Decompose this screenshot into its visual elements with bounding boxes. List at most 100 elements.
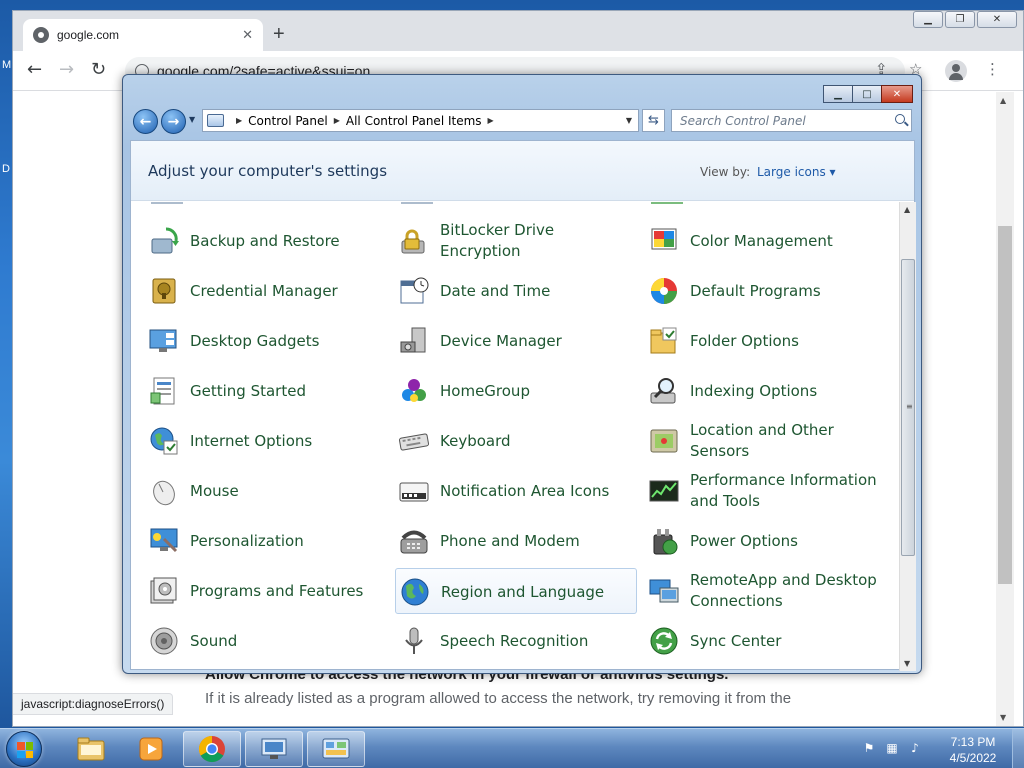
gadgets-icon [148,325,180,357]
control-panel-item-indexing-options[interactable]: Indexing Options [645,368,887,414]
taskbar-network[interactable] [245,731,303,767]
control-panel-item-power-options[interactable]: Power Options [645,518,887,564]
performance-icon [648,475,680,507]
address-dropdown-icon[interactable]: ▼ [626,116,632,125]
recent-pages-dropdown-icon[interactable]: ▼ [189,115,195,124]
control-panel-item-date-and-time[interactable]: Date and Time [395,268,637,314]
control-panel-item-region-and-language[interactable]: Region and Language [395,568,637,614]
window-controls: ▁ □ ✕ [823,85,913,103]
show-desktop-button[interactable] [1012,729,1024,768]
control-panel-item-label: Internet Options [190,431,313,450]
control-panel-item-label: Region and Language [441,582,605,601]
reload-icon[interactable]: ↻ [91,61,106,79]
control-panel-item-speech-recognition[interactable]: Speech Recognition [395,618,637,664]
notification-icon [398,475,430,507]
control-panel-item-default-programs[interactable]: Default Programs [645,268,887,314]
control-panel-window: ▁ □ ✕ ← → ▼ ▶ Control Panel ▶ All Contro… [122,74,922,674]
new-tab-button[interactable]: + [273,24,285,44]
tab-close-icon[interactable]: ✕ [242,27,253,43]
breadcrumb-control-panel[interactable]: Control Panel [248,114,328,128]
taskbar-media-player[interactable] [122,731,180,767]
control-panel-icon [207,114,224,127]
scroll-up-icon[interactable]: ▲ [1000,96,1006,105]
scrollbar-thumb[interactable] [998,226,1012,584]
close-button[interactable]: ✕ [977,11,1017,28]
control-panel-item-color-management[interactable]: Color Management [645,218,887,264]
scroll-down-icon[interactable]: ▼ [904,659,910,668]
control-panel-item-device-manager[interactable]: Device Manager [395,318,637,364]
control-panel-item-desktop-gadgets[interactable]: Desktop Gadgets [145,318,387,364]
volume-icon[interactable]: ♪ [908,741,922,755]
control-panel-item-personalization[interactable]: Personalization [145,518,387,564]
control-panel-item-internet-options[interactable]: Internet Options [145,418,387,464]
error-help-text: If it is already listed as a program all… [205,690,792,707]
control-panel-item-homegroup[interactable]: HomeGroup [395,368,637,414]
desktop-icon-label-fragment: D [2,163,10,175]
maximize-button[interactable]: ❐ [945,11,975,28]
control-panel-item-performance-information-and-tools[interactable]: Performance Information and Tools [645,468,887,514]
maximize-button[interactable]: □ [852,85,882,103]
action-center-flag-icon[interactable]: ⚑ [862,741,876,755]
control-panel-item-folder-options[interactable]: Folder Options [645,318,887,364]
system-clock[interactable]: 7:13 PM 4/5/2022 [942,734,1004,766]
control-panel-item-backup-and-restore[interactable]: Backup and Restore [145,218,387,264]
forward-arrow-icon[interactable]: → [161,109,186,134]
phone-icon [398,525,430,557]
refresh-button[interactable]: ⇆ [642,109,665,132]
control-panel-item-sync-center[interactable]: Sync Center [645,618,887,664]
breadcrumb[interactable]: ▶ Control Panel ▶ All Control Panel Item… [202,109,639,132]
control-panel-item-credential-manager[interactable]: Credential Manager [145,268,387,314]
control-panel-item-label: Color Management [690,231,833,250]
search-input[interactable]: Search Control Panel [671,109,912,132]
control-panel-item-remoteapp-and-desktop-connections[interactable]: RemoteApp and Desktop Connections [645,568,887,614]
control-panel-item-sound[interactable]: Sound [145,618,387,664]
scroll-down-icon[interactable]: ▼ [1000,713,1006,722]
content-header: Adjust your computer's settings View by:… [131,141,914,201]
chevron-right-icon[interactable]: ▶ [334,116,340,125]
minimize-button[interactable]: ▁ [913,11,943,28]
chevron-right-icon[interactable]: ▶ [236,116,242,125]
forward-arrow-icon[interactable]: → [59,61,74,79]
profile-avatar-icon[interactable] [945,60,967,82]
control-panel-item-label: Folder Options [690,331,799,350]
scroll-up-icon[interactable]: ▲ [904,205,910,214]
personalization-icon [148,525,180,557]
control-panel-icon [322,738,350,759]
control-panel-item-location-and-other-sensors[interactable]: Location and Other Sensors [645,418,887,464]
power-icon [648,525,680,557]
search-placeholder: Search Control Panel [680,114,806,128]
clock-time: 7:13 PM [950,735,996,749]
close-button[interactable]: ✕ [881,85,913,103]
page-title: Adjust your computer's settings [148,162,388,180]
view-by-label: View by: [700,165,751,179]
start-button[interactable] [6,731,42,767]
view-by-dropdown[interactable]: Large icons ▾ [757,165,836,179]
control-panel-item-programs-and-features[interactable]: Programs and Features [145,568,387,614]
tab-strip: google.com ✕ + ▁ ❐ ✕ [13,11,1023,51]
sync-icon [648,625,680,657]
chevron-right-icon[interactable]: ▶ [488,116,494,125]
minimize-button[interactable]: ▁ [823,85,853,103]
items-scrollbar[interactable]: ▲ ≡ ▼ [899,202,916,671]
taskbar-chrome[interactable] [183,731,241,767]
control-panel-item-bitlocker-drive-encryption[interactable]: BitLocker Drive Encryption [395,218,637,264]
control-panel-item-notification-area-icons[interactable]: Notification Area Icons [395,468,637,514]
page-scrollbar[interactable]: ▲ ▼ [996,92,1014,726]
search-icon[interactable] [895,114,905,124]
control-panel-item-phone-and-modem[interactable]: Phone and Modem [395,518,637,564]
control-panel-item-getting-started[interactable]: Getting Started [145,368,387,414]
taskbar: ⚑ ▦ ♪ 7:13 PM 4/5/2022 [0,728,1024,768]
network-status-icon[interactable]: ▦ [885,741,899,755]
back-arrow-icon[interactable]: ← [27,61,42,79]
taskbar-file-explorer[interactable] [62,731,120,767]
taskbar-control-panel[interactable] [307,731,365,767]
breadcrumb-all-items[interactable]: All Control Panel Items [346,114,482,128]
back-arrow-icon[interactable]: ← [133,109,158,134]
control-panel-item-keyboard[interactable]: Keyboard [395,418,637,464]
control-panel-item-label: Mouse [190,481,239,500]
browser-tab[interactable]: google.com ✕ [23,19,263,51]
menu-kebab-icon[interactable]: ⋮ [985,62,1000,77]
calendar-icon [398,275,430,307]
scrollbar-thumb[interactable]: ≡ [901,259,915,556]
control-panel-item-mouse[interactable]: Mouse [145,468,387,514]
